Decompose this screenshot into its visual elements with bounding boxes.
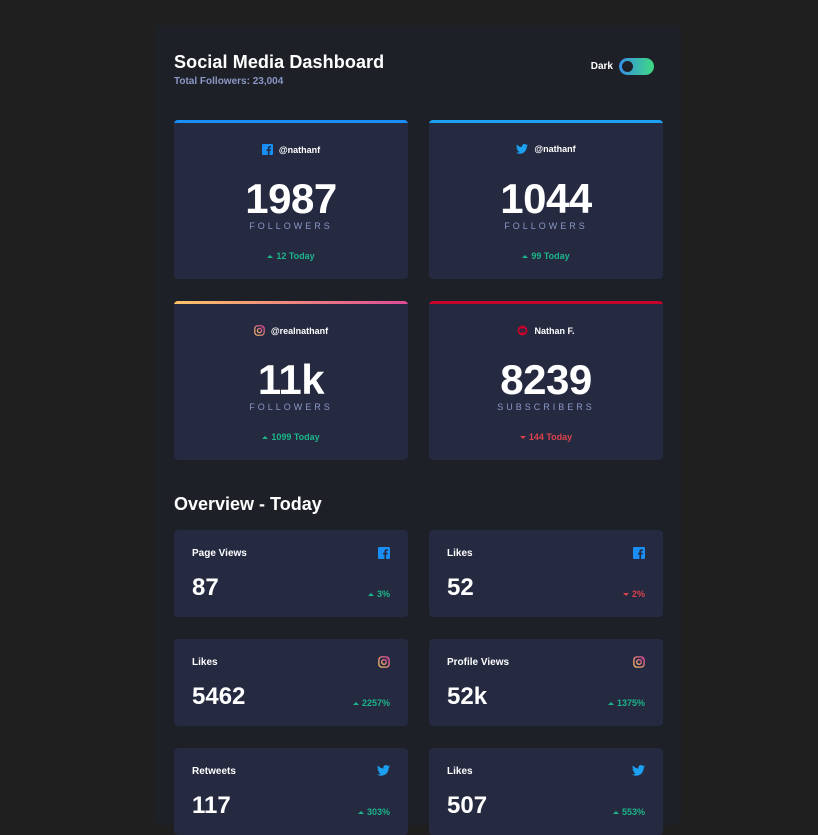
overview-label: Profile Views [447,657,510,668]
theme-toggle[interactable] [619,58,654,75]
overview-label: Page Views [192,548,247,559]
arrow-up-icon [367,593,374,597]
card-facebook[interactable]: @nathanf 1987 FOLLOWERS 12 Today [174,120,408,279]
overview-value: 52 [447,574,474,601]
overview-card-facebook-page-views[interactable]: Page Views 87 3% [174,530,408,617]
overview-change-text: 1375% [616,698,645,708]
header: Social Media Dashboard Total Followers: … [174,52,656,92]
arrow-down-icon [622,593,629,597]
arrow-up-icon [522,255,529,259]
card-handle-row: @nathanf [429,144,663,154]
twitter-icon [377,765,390,776]
card-handle: @nathanf [534,144,576,154]
follower-count: 1044 [500,175,592,222]
arrow-down-icon [519,436,526,440]
overview-value: 5462 [192,683,246,710]
overview-change-text: 2% [631,589,645,599]
theme-toggle-group: Dark [591,58,654,75]
instagram-icon [254,325,265,336]
dashboard: Social Media Dashboard Total Followers: … [156,25,681,835]
arrow-up-icon [262,436,269,440]
overview-label: Retweets [192,766,236,777]
arrow-up-icon [607,702,614,706]
card-accent-bar [429,120,663,123]
count-unit: FOLLOWERS [249,221,333,231]
overview-value: 507 [447,792,488,819]
card-handle-row: @realnathanf [174,325,408,336]
card-youtube[interactable]: Nathan F. 8239 SUBSCRIBERS 144 Today [429,301,663,460]
today-change: 12 Today [174,251,408,261]
youtube-icon [517,325,528,336]
follower-count: 11k [257,356,325,403]
overview-title: Overview - Today [174,494,322,514]
total-followers: Total Followers: 23,004 [174,76,284,87]
overview-value: 87 [192,574,219,601]
overview-card-instagram-likes[interactable]: Likes 5462 2257% [174,639,408,726]
overview-change: 303% [357,807,390,817]
count-unit: SUBSCRIBERS [497,402,595,412]
page-title: Social Media Dashboard [174,52,385,72]
overview-value: 52k [447,683,488,710]
instagram-icon [633,656,645,668]
follower-count: 1987 [245,175,337,222]
overview-label: Likes [447,548,473,559]
card-twitter[interactable]: @nathanf 1044 FOLLOWERS 99 Today [429,120,663,279]
overview-change-text: 2257% [361,698,390,708]
card-handle-row: Nathan F. [429,325,663,336]
overview-change: 2% [622,589,645,599]
card-handle-row: @nathanf [174,144,408,155]
theme-toggle-label: Dark [590,61,613,72]
overview-card-twitter-retweets[interactable]: Retweets 117 303% [174,748,408,835]
card-accent-bar [174,120,408,123]
card-handle: @realnathanf [270,325,329,336]
today-change: 144 Today [429,432,663,442]
today-change: 99 Today [429,251,663,261]
card-accent-bar [174,301,408,304]
subscriber-count: 8239 [500,356,592,403]
overview-change: 2257% [352,698,390,708]
today-change-text: 12 Today [276,251,315,261]
count-unit: FOLLOWERS [504,221,588,231]
facebook-icon [633,547,645,559]
overview-label: Likes [192,657,218,668]
twitter-icon [516,144,529,154]
overview-card-twitter-likes[interactable]: Likes 507 553% [429,748,663,835]
arrow-up-icon [612,811,619,815]
twitter-icon [632,765,645,776]
facebook-icon [261,144,273,155]
overview-change: 3% [367,589,390,599]
overview-change-text: 303% [366,807,390,817]
overview-change: 1375% [607,698,645,708]
overview-change: 553% [612,807,645,817]
card-instagram[interactable]: @realnathanf 11k FOLLOWERS 1099 Today [174,301,408,460]
card-accent-bar [429,301,663,304]
overview-value: 117 [192,792,231,819]
count-unit: FOLLOWERS [249,402,333,412]
toggle-knob [622,61,633,72]
today-change-text: 144 Today [528,432,573,442]
overview-label: Likes [447,766,473,777]
arrow-up-icon [357,811,364,815]
overview-change-text: 3% [376,589,390,599]
instagram-icon [378,656,390,668]
card-handle: @nathanf [278,144,321,155]
today-change-text: 99 Today [531,251,570,261]
card-handle: Nathan F. [534,325,575,336]
overview-change-text: 553% [621,807,645,817]
overview-card-facebook-likes[interactable]: Likes 52 2% [429,530,663,617]
arrow-up-icon [352,702,359,706]
facebook-icon [378,547,390,559]
today-change-text: 1099 Today [271,432,320,442]
arrow-up-icon [267,255,274,259]
overview-card-instagram-profile-views[interactable]: Profile Views 52k 1375% [429,639,663,726]
today-change: 1099 Today [174,432,408,442]
